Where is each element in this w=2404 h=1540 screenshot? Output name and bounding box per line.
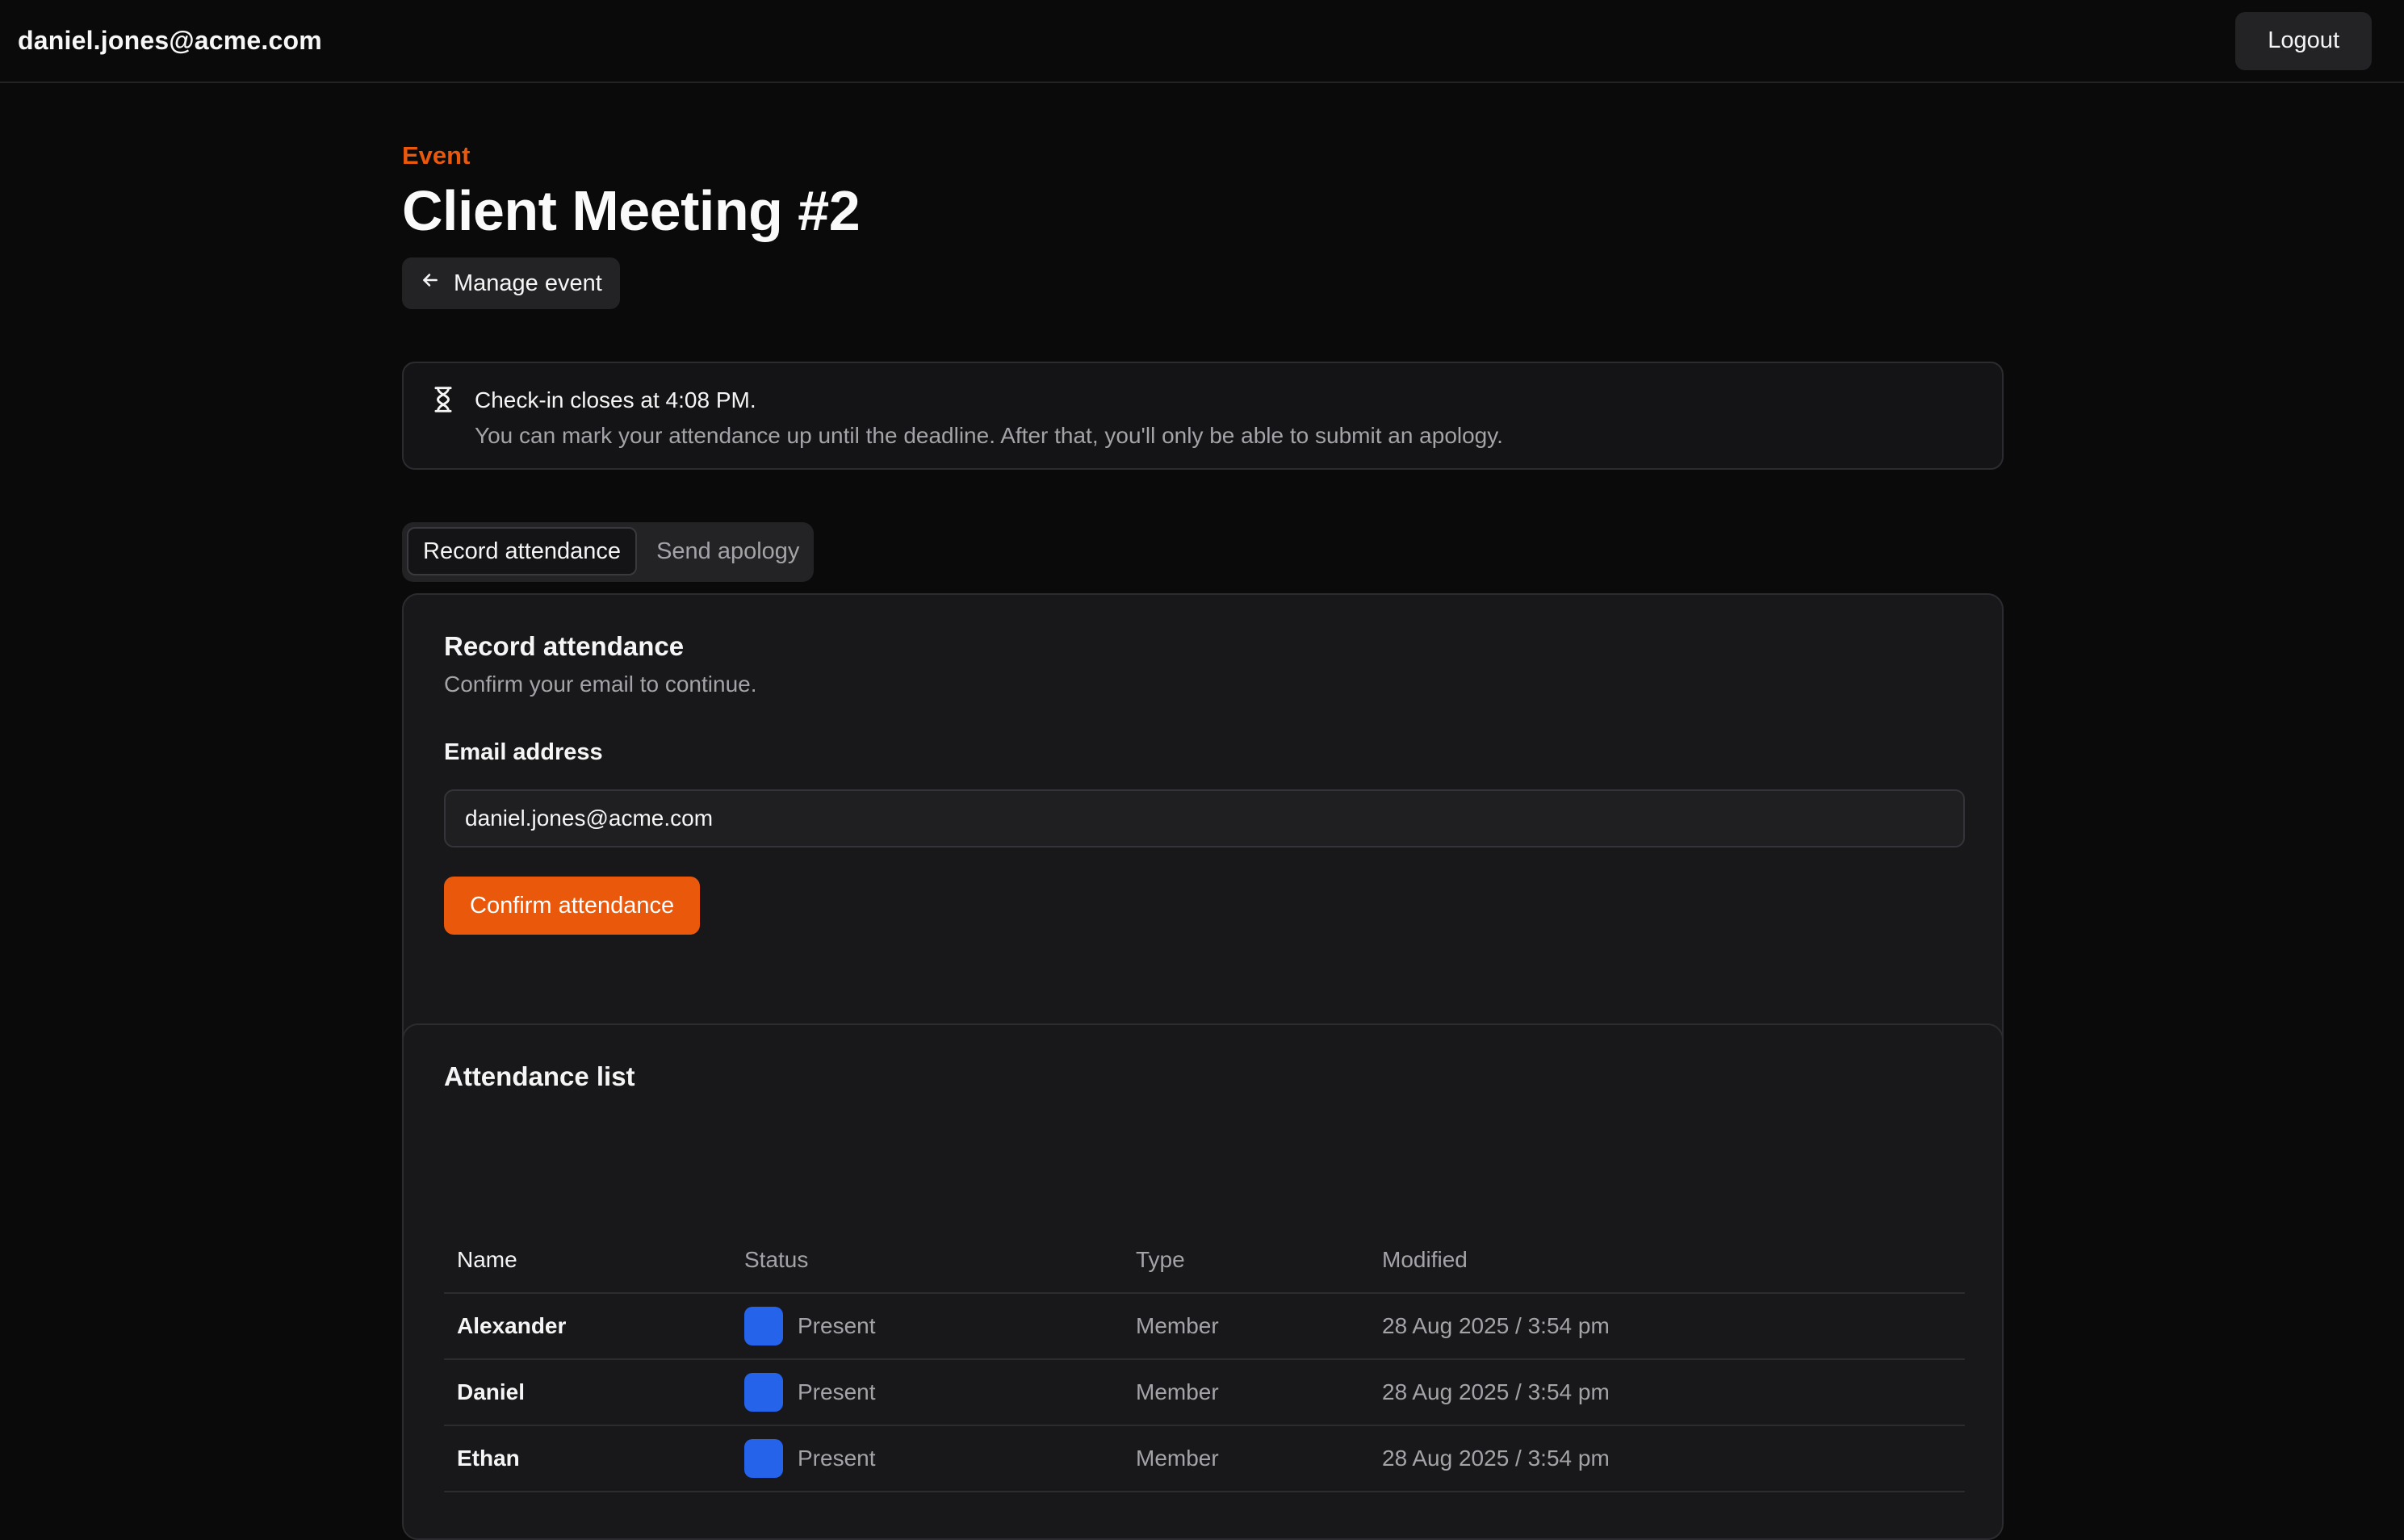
column-header-type: Type <box>1123 1227 1369 1294</box>
table-row: Daniel Present Member 28 Aug 2025 / 3:54… <box>444 1359 1965 1426</box>
status-label: Present <box>798 1379 876 1404</box>
column-header-status: Status <box>731 1227 1123 1294</box>
record-attendance-subtitle: Confirm your email to continue. <box>444 672 757 697</box>
logout-button[interactable]: Logout <box>2235 11 2372 70</box>
manage-event-label: Manage event <box>454 270 602 296</box>
user-email: daniel.jones@acme.com <box>18 26 322 55</box>
row-name: Alexander <box>444 1293 731 1360</box>
row-type: Member <box>1123 1425 1369 1492</box>
tab-send-apology[interactable]: Send apology <box>642 527 814 575</box>
email-field[interactable] <box>444 789 1965 847</box>
row-name: Ethan <box>444 1425 731 1492</box>
status-indicator <box>744 1307 783 1345</box>
column-header-modified: Modified <box>1369 1227 1965 1294</box>
manage-event-button[interactable]: Manage event <box>402 257 620 309</box>
notice-title: Check-in closes at 4:08 PM. <box>475 387 756 412</box>
row-status: Present <box>731 1293 1123 1360</box>
page-title: Client Meeting #2 <box>402 179 861 242</box>
checkin-notice: Check-in closes at 4:08 PM. You can mark… <box>402 362 2004 470</box>
arrow-left-icon <box>420 270 441 297</box>
status-indicator <box>744 1373 783 1412</box>
attendance-list-card: Attendance list Name Status Type Modifie… <box>402 1023 2004 1540</box>
row-modified: 28 Aug 2025 / 3:54 pm <box>1369 1425 1965 1492</box>
row-modified: 28 Aug 2025 / 3:54 pm <box>1369 1359 1965 1426</box>
confirm-attendance-button[interactable]: Confirm attendance <box>444 877 701 935</box>
attendance-tabs: Record attendance Send apology <box>402 522 814 582</box>
row-type: Member <box>1123 1359 1369 1426</box>
status-label: Present <box>798 1446 876 1471</box>
attendance-table: Name Status Type Modified Alexander Pres… <box>444 1227 1965 1492</box>
row-status: Present <box>731 1425 1123 1492</box>
table-row: Alexander Present Member 28 Aug 2025 / 3… <box>444 1293 1965 1360</box>
notice-body: You can mark your attendance up until th… <box>475 423 1503 448</box>
row-type: Member <box>1123 1293 1369 1360</box>
hourglass-icon <box>433 386 454 413</box>
row-name: Daniel <box>444 1359 731 1426</box>
status-indicator <box>744 1439 783 1478</box>
status-label: Present <box>798 1313 876 1338</box>
row-status: Present <box>731 1359 1123 1426</box>
attendance-list-title: Attendance list <box>444 1061 635 1091</box>
record-attendance-card: Record attendance Confirm your email to … <box>402 593 2004 1055</box>
table-row: Ethan Present Member 28 Aug 2025 / 3:54 … <box>444 1425 1965 1492</box>
column-header-name: Name <box>444 1227 731 1294</box>
top-bar: daniel.jones@acme.com Logout <box>0 0 2404 83</box>
tab-record-attendance[interactable]: Record attendance <box>407 527 638 575</box>
record-attendance-title: Record attendance <box>444 631 685 661</box>
email-label: Email address <box>444 739 603 765</box>
row-modified: 28 Aug 2025 / 3:54 pm <box>1369 1293 1965 1360</box>
page-eyebrow: Event <box>402 141 471 169</box>
table-header-row: Name Status Type Modified <box>444 1227 1965 1294</box>
